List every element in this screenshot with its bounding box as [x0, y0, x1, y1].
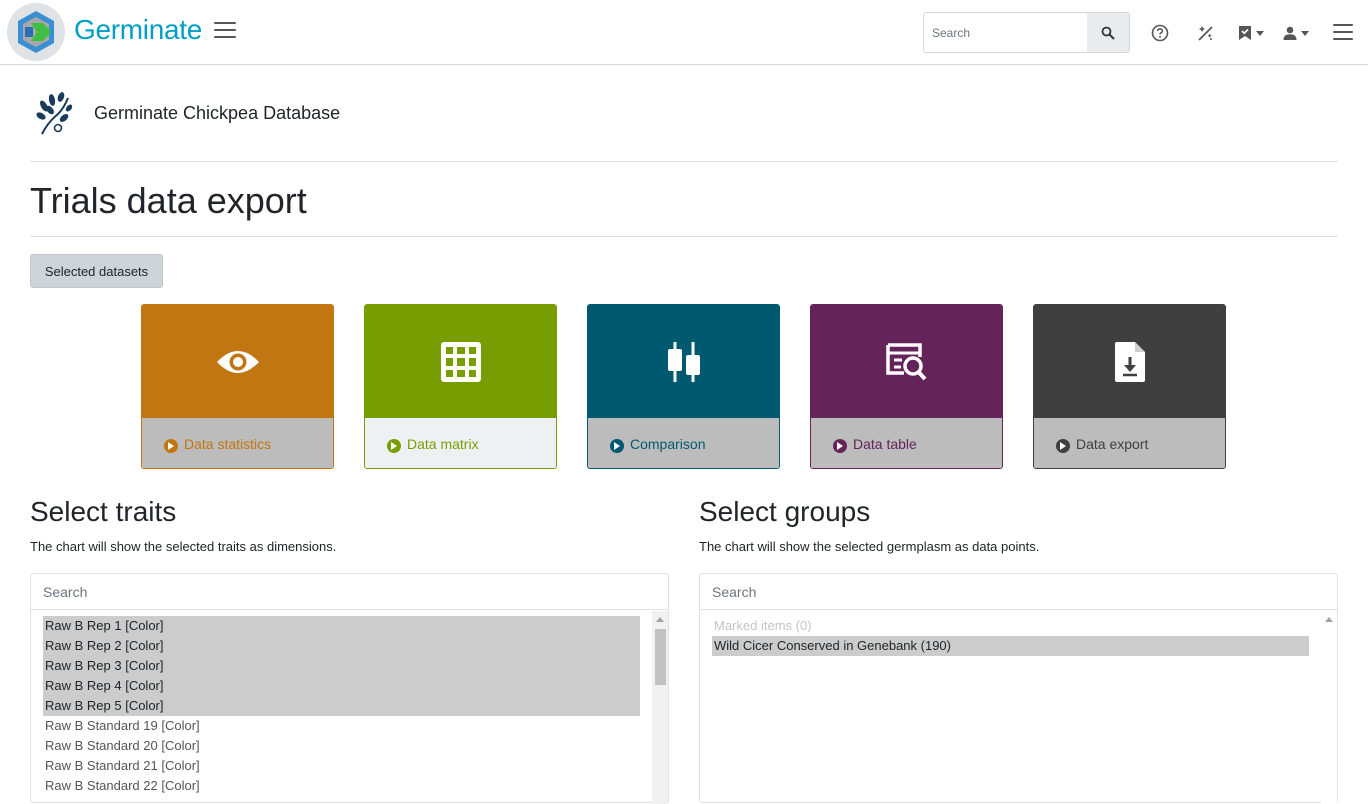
- card-label: Comparison: [630, 436, 706, 452]
- traits-title: Select traits: [30, 496, 177, 527]
- groups-options: Marked items (0) Wild Cicer Conserved in…: [712, 616, 1309, 656]
- selected-datasets-button[interactable]: Selected datasets: [30, 254, 163, 288]
- card-label: Data export: [1076, 436, 1149, 452]
- list-item[interactable]: Raw B Standard 22 [Color]: [43, 776, 640, 796]
- divider: [30, 236, 1338, 237]
- traits-search-input[interactable]: [31, 574, 668, 609]
- card-comparison[interactable]: Comparison: [587, 304, 780, 469]
- list-item[interactable]: Raw B Rep 5 [Color]: [43, 696, 640, 716]
- arrow-circle-right-icon: [164, 439, 178, 453]
- list-item[interactable]: Raw B Rep 3 [Color]: [43, 656, 640, 676]
- page-title: Trials data export: [30, 180, 307, 221]
- user-icon: [1283, 26, 1297, 40]
- global-search: [923, 12, 1130, 53]
- chevron-down-icon: [1256, 30, 1264, 36]
- traits-description: The chart will show the selected traits …: [30, 539, 337, 554]
- list-item[interactable]: Raw B Standard 20 [Color]: [43, 736, 640, 756]
- scroll-up-icon[interactable]: [656, 617, 664, 622]
- comparison-icon: [667, 341, 700, 382]
- chevron-down-icon: [1301, 30, 1309, 36]
- table-search-icon: [885, 342, 926, 380]
- search-input[interactable]: [924, 13, 1087, 52]
- arrow-circle-right-icon: [1056, 439, 1070, 453]
- card-data-matrix[interactable]: Data matrix: [364, 304, 557, 469]
- germinate-logo[interactable]: [7, 3, 65, 61]
- list-item[interactable]: Raw B Rep 1 [Color]: [43, 616, 640, 636]
- help-icon[interactable]: [1151, 22, 1169, 44]
- card-label: Data table: [853, 436, 917, 452]
- scroll-thumb[interactable]: [655, 629, 666, 685]
- chickpea-logo: [36, 92, 73, 135]
- user-dropdown[interactable]: [1283, 22, 1309, 44]
- search-icon: [1101, 26, 1115, 40]
- file-download-icon: [1114, 341, 1145, 382]
- card-data-export[interactable]: Data export: [1033, 304, 1226, 469]
- card-data-statistics[interactable]: Data statistics: [141, 304, 334, 469]
- arrow-circle-right-icon: [387, 439, 401, 453]
- card-label: Data statistics: [184, 436, 272, 452]
- marked-items-option: Marked items (0): [714, 618, 812, 633]
- list-item[interactable]: Raw B Standard 21 [Color]: [43, 756, 640, 776]
- list-item[interactable]: Wild Cicer Conserved in Genebank (190): [712, 636, 1309, 656]
- list-item[interactable]: Raw B Rep 4 [Color]: [43, 676, 640, 696]
- marked-items-dropdown[interactable]: [1238, 22, 1264, 44]
- groups-list: Marked items (0) Wild Cicer Conserved in…: [699, 573, 1338, 804]
- eye-icon: [216, 350, 259, 373]
- search-button[interactable]: [1087, 13, 1129, 52]
- list-item[interactable]: Raw B Rep 2 [Color]: [43, 636, 640, 656]
- scroll-up-icon[interactable]: [1325, 617, 1333, 622]
- card-data-table[interactable]: Data table: [810, 304, 1003, 469]
- traits-scrollbar[interactable]: [652, 611, 668, 804]
- groups-scrollbar[interactable]: [1321, 611, 1337, 804]
- grid-icon: [440, 341, 481, 382]
- bookmark-check-icon: [1239, 26, 1251, 40]
- brand-name[interactable]: Germinate: [74, 14, 202, 46]
- divider: [30, 161, 1338, 162]
- groups-title: Select groups: [699, 496, 871, 527]
- database-title: Germinate Chickpea Database: [94, 103, 341, 123]
- arrow-circle-right-icon: [833, 439, 847, 453]
- card-label: Data matrix: [407, 436, 479, 452]
- groups-description: The chart will show the selected germpla…: [699, 539, 1040, 554]
- theme-toggle-icon[interactable]: [1196, 22, 1216, 44]
- traits-options: Raw B Rep 1 [Color] Raw B Rep 2 [Color] …: [43, 616, 640, 796]
- traits-list: Raw B Rep 1 [Color] Raw B Rep 2 [Color] …: [30, 573, 669, 804]
- top-navbar: Germinate: [0, 0, 1368, 65]
- menu-icon[interactable]: [1333, 24, 1353, 42]
- arrow-circle-right-icon: [610, 439, 624, 453]
- sidebar-toggle-icon[interactable]: [214, 22, 236, 42]
- groups-search-input[interactable]: [700, 574, 1337, 609]
- list-item[interactable]: Raw B Standard 19 [Color]: [43, 716, 640, 736]
